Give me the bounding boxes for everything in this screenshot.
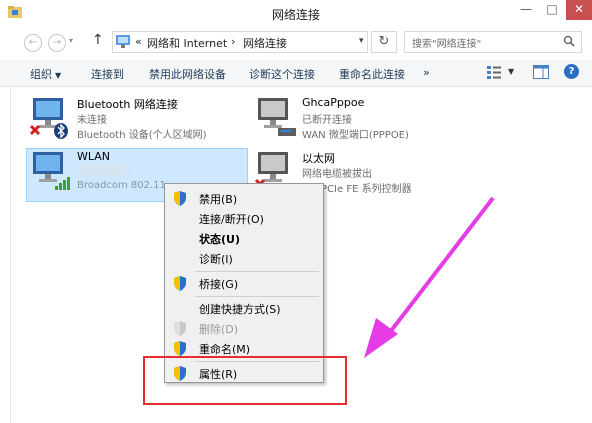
pane-divider — [10, 87, 11, 423]
breadcrumb-separator[interactable]: › — [231, 35, 235, 48]
connect-to-button[interactable]: 连接到 — [91, 66, 124, 82]
wan-adapter-icon — [258, 98, 296, 136]
adapter-device: Bluetooth 设备(个人区域网) — [77, 130, 207, 141]
diagnose-connection-button[interactable]: 诊断这个连接 — [249, 66, 315, 82]
menu-item-status[interactable]: 状态(U) — [165, 228, 323, 248]
control-panel-icon — [116, 35, 130, 48]
address-bar[interactable]: « 网络和 Internet › 网络连接 ▾ — [112, 31, 368, 53]
menu-item-create-shortcut[interactable]: 创建快捷方式(S) — [165, 298, 323, 318]
adapter-name: WLAN — [77, 150, 111, 163]
adapter-status: 已断开连接 — [302, 115, 352, 126]
adapter-status: 未连接 — [77, 115, 107, 126]
menu-item-label: 连接/断开(O) — [199, 213, 264, 226]
command-bar: 组织 ▼ 连接到 禁用此网络设备 诊断这个连接 重命名此连接 » ▼ ? — [0, 60, 592, 87]
change-view-icon[interactable] — [486, 65, 502, 79]
menu-item-bridge[interactable]: 桥接(G) — [165, 273, 323, 293]
address-dropdown[interactable]: ▾ — [359, 36, 364, 46]
up-button[interactable]: ↑ — [92, 32, 104, 48]
menu-item-delete: 删除(D) — [165, 318, 323, 338]
adapter-name: 以太网 — [302, 152, 335, 165]
menu-separator — [195, 296, 319, 297]
back-button[interactable]: ← — [24, 34, 42, 52]
forward-button[interactable]: → — [48, 34, 66, 52]
adapter-name: Bluetooth 网络连接 — [77, 98, 178, 111]
menu-item-disable[interactable]: 禁用(B) — [165, 188, 323, 208]
search-box[interactable]: 搜索"网络连接" — [404, 31, 582, 53]
menu-item-label: 重命名(M) — [199, 343, 251, 356]
close-button[interactable]: ✕ — [566, 0, 592, 20]
menu-item-label: 禁用(B) — [199, 193, 238, 206]
search-input[interactable]: 搜索"网络连接" — [412, 35, 481, 50]
view-options-dropdown[interactable]: ▼ — [508, 67, 514, 76]
menu-item-label: 删除(D) — [199, 323, 239, 336]
menu-item-label: 状态(U) — [199, 233, 240, 246]
adapter-device: WAN 微型端口(PPPOE) — [302, 130, 409, 141]
menu-item-label: 创建快捷方式(S) — [199, 303, 281, 316]
adapter-device: Broadcom 802.11 — [77, 180, 166, 191]
minimize-button[interactable]: — — [512, 0, 540, 20]
menu-item-label: 诊断(I) — [199, 253, 233, 266]
navigation-bar: ← → ▾ ↑ « 网络和 Internet › 网络连接 ▾ ↻ 搜索"网络连… — [0, 28, 592, 58]
breadcrumb-overflow[interactable]: « — [135, 35, 142, 48]
window-title: 网络连接 — [271, 8, 320, 22]
redacted-status — [78, 164, 126, 176]
help-icon[interactable]: ? — [564, 64, 579, 79]
bluetooth-adapter-icon — [29, 98, 68, 139]
breadcrumb-network-connections[interactable]: 网络连接 — [243, 35, 287, 51]
menu-item-label: 桥接(G) — [199, 278, 239, 291]
menu-item-rename[interactable]: 重命名(M) — [165, 338, 323, 358]
wifi-adapter-icon — [33, 152, 70, 190]
uac-shield-icon — [174, 341, 186, 356]
breadcrumb-network-internet[interactable]: 网络和 Internet — [147, 35, 227, 51]
disable-device-button[interactable]: 禁用此网络设备 — [149, 66, 226, 82]
rename-connection-button[interactable]: 重命名此连接 — [339, 66, 405, 82]
uac-shield-disabled-icon — [174, 321, 186, 336]
menu-item-connect-disconnect[interactable]: 连接/断开(O) — [165, 208, 323, 228]
adapter-name: GhcaPppoe — [302, 96, 365, 109]
organize-menu[interactable]: 组织 ▼ — [30, 66, 61, 82]
chevron-down-icon: ▼ — [55, 71, 62, 80]
menu-item-diagnose[interactable]: 诊断(I) — [165, 248, 323, 268]
search-icon[interactable] — [563, 35, 575, 47]
maximize-button[interactable]: □ — [540, 0, 564, 20]
refresh-button[interactable]: ↻ — [371, 31, 397, 53]
recent-locations-dropdown[interactable]: ▾ — [69, 36, 73, 45]
uac-shield-icon — [174, 276, 186, 291]
preview-pane-icon[interactable] — [533, 65, 549, 79]
more-commands-button[interactable]: » — [423, 66, 430, 79]
adapter-pppoe[interactable]: GhcaPppoe 已断开连接 WAN 微型端口(PPPOE) — [254, 96, 464, 142]
title-bar: 网络连接 — □ ✕ — [0, 0, 592, 26]
context-menu: 禁用(B) 连接/断开(O) 状态(U) 诊断(I) 桥接(G) 创建快捷方式(… — [164, 183, 324, 383]
uac-shield-icon — [174, 191, 186, 206]
adapter-status: 网络电缆被拔出 — [302, 169, 372, 180]
menu-separator — [195, 271, 319, 272]
highlight-box — [143, 356, 347, 405]
adapter-bluetooth[interactable]: Bluetooth 网络连接 未连接 Bluetooth 设备(个人区域网) — [29, 96, 229, 142]
organize-label: 组织 — [30, 68, 52, 81]
